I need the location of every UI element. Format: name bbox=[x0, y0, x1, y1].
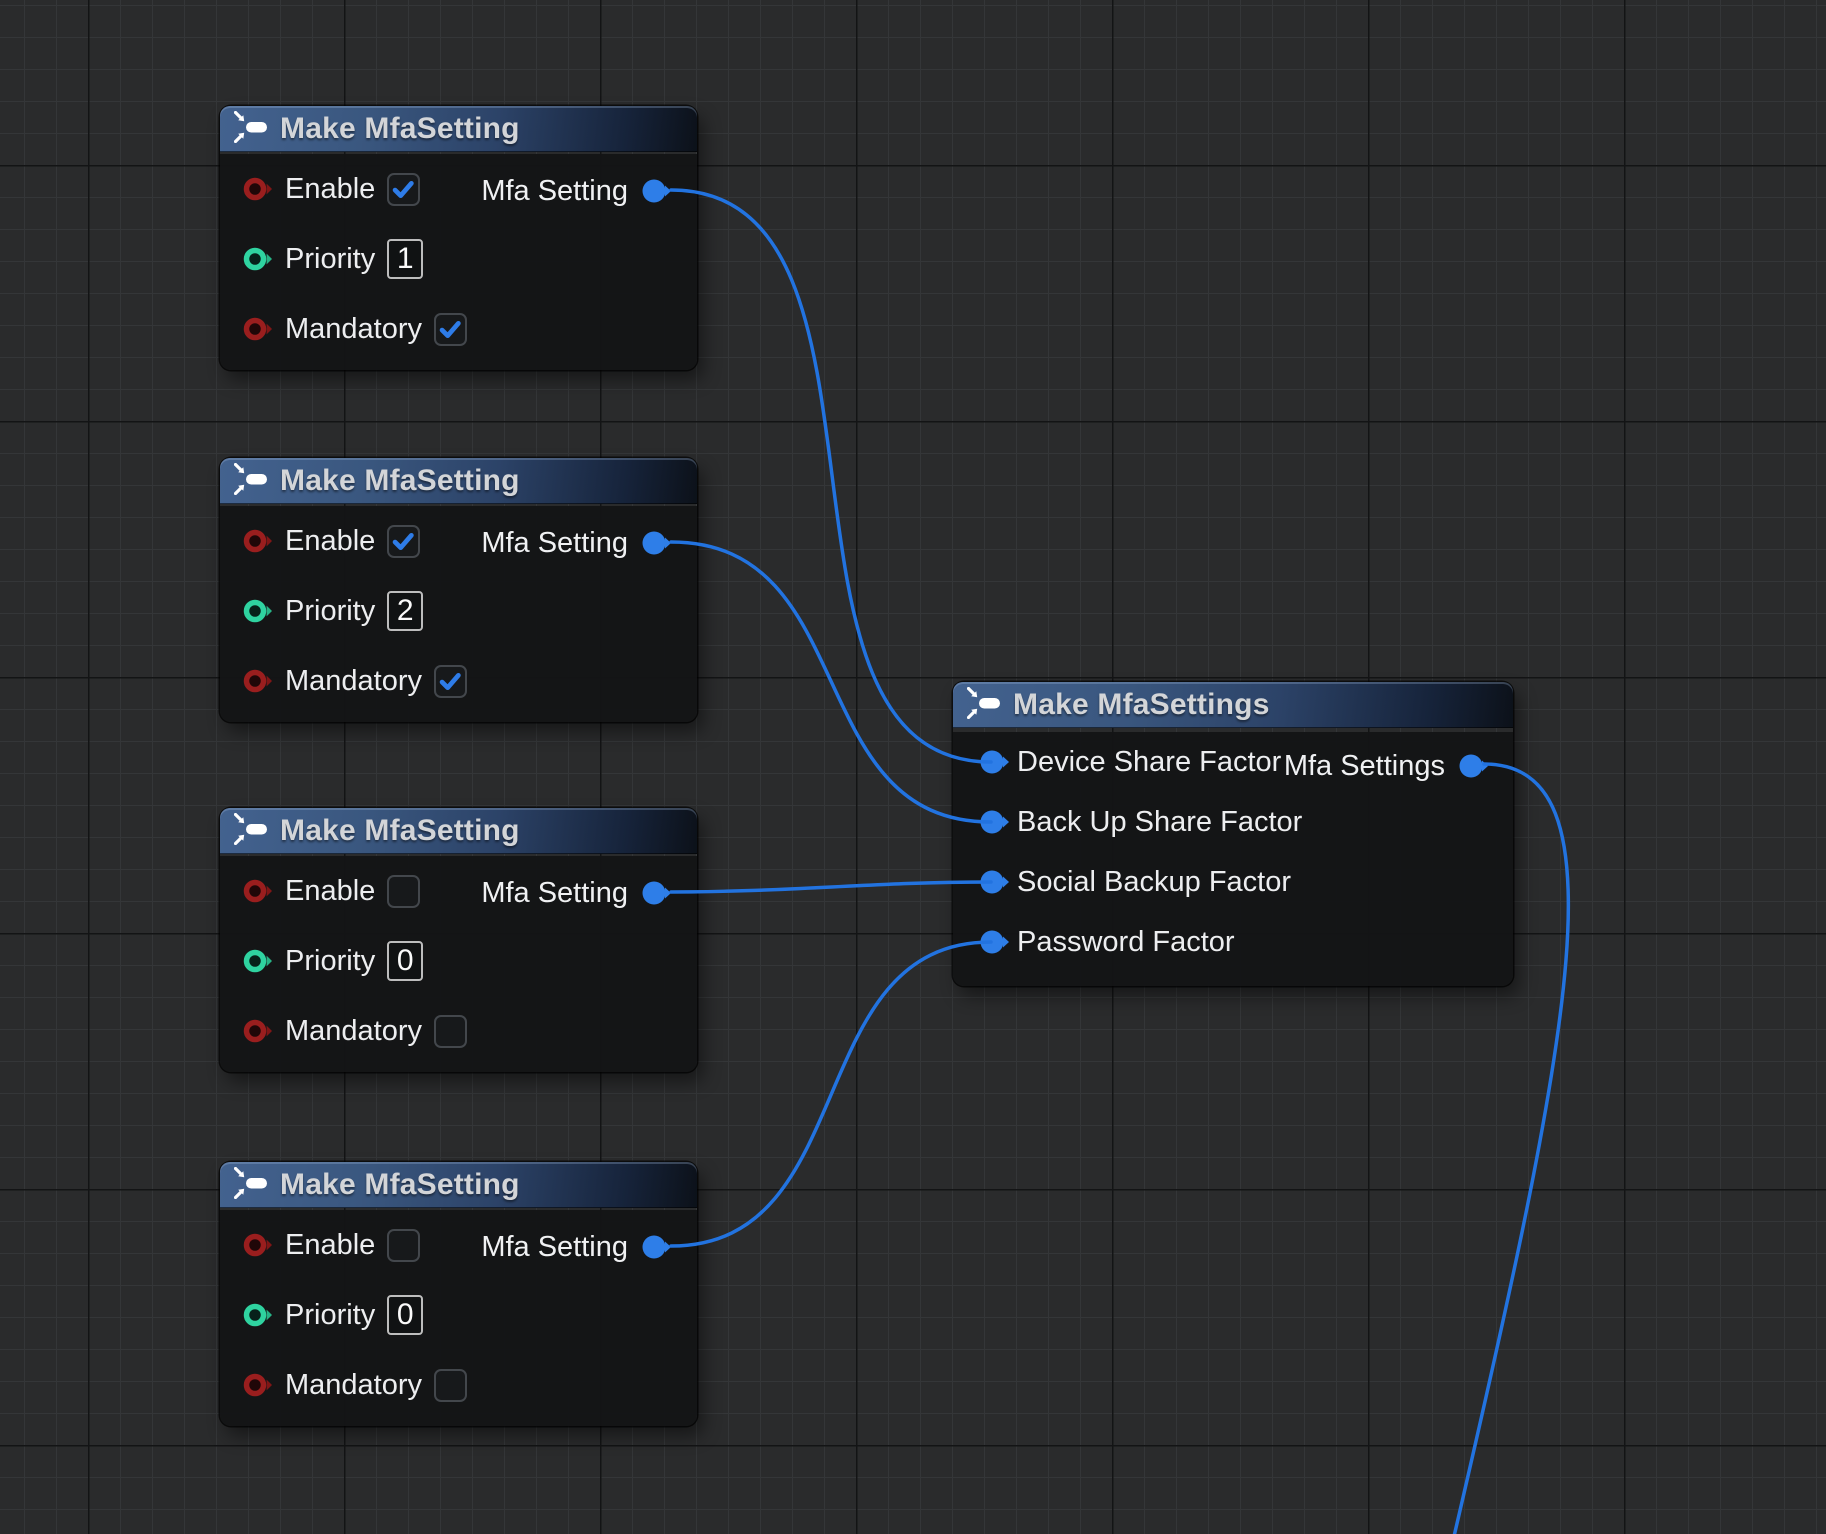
pin-row-priority: Priority 0 bbox=[220, 926, 697, 996]
pin-row-output: Mfa Setting bbox=[481, 858, 672, 928]
pin-row-output: Mfa Setting bbox=[481, 1212, 672, 1282]
node-title: Make MfaSetting bbox=[280, 1168, 520, 1202]
mfa-settings-output-pin[interactable] bbox=[1457, 751, 1489, 781]
bool-pin-enable[interactable] bbox=[242, 876, 272, 906]
bool-pin-mandatory[interactable] bbox=[242, 314, 272, 344]
make-struct-icon bbox=[234, 111, 268, 148]
bool-pin-mandatory[interactable] bbox=[242, 1016, 272, 1046]
pin-row-mandatory: Mandatory bbox=[220, 294, 697, 364]
node-make-mfasetting-2[interactable]: Make MfaSetting Enable Priority 2 bbox=[220, 458, 697, 722]
node-title-bar[interactable]: Make MfaSetting bbox=[220, 458, 697, 504]
pin-label: Priority bbox=[285, 945, 375, 978]
pin-label: Priority bbox=[285, 1299, 375, 1332]
priority-value-field[interactable]: 2 bbox=[387, 591, 423, 631]
node-make-mfasetting-1[interactable]: Make MfaSetting Enable Priority 1 bbox=[220, 106, 697, 370]
bool-pin-enable[interactable] bbox=[242, 1230, 272, 1260]
bool-pin-mandatory[interactable] bbox=[242, 1370, 272, 1400]
enable-checkbox[interactable] bbox=[387, 1229, 420, 1262]
wire-setting4-to-password-factor[interactable] bbox=[671, 942, 991, 1246]
pin-label: Device Share Factor bbox=[1017, 746, 1281, 779]
mfa-setting-output-pin[interactable] bbox=[640, 528, 672, 558]
mandatory-checkbox[interactable] bbox=[434, 665, 467, 698]
int-pin-priority[interactable] bbox=[242, 244, 272, 274]
mfa-setting-output-pin[interactable] bbox=[640, 176, 672, 206]
make-struct-icon bbox=[967, 687, 1001, 724]
pin-row-priority: Priority 0 bbox=[220, 1280, 697, 1350]
blueprint-graph-canvas[interactable]: Make MfaSetting Enable Priority 1 bbox=[0, 0, 1826, 1534]
pin-label: Back Up Share Factor bbox=[1017, 806, 1302, 839]
int-pin-priority[interactable] bbox=[242, 1300, 272, 1330]
pin-label: Mandatory bbox=[285, 1369, 422, 1402]
pin-row-priority: Priority 2 bbox=[220, 576, 697, 646]
pin-label: Mandatory bbox=[285, 1015, 422, 1048]
output-pin-label: Mfa Settings bbox=[1284, 750, 1445, 783]
int-pin-priority[interactable] bbox=[242, 946, 272, 976]
wire-setting3-to-social-backup-factor[interactable] bbox=[671, 882, 991, 892]
make-struct-icon bbox=[234, 813, 268, 850]
pin-row-mandatory: Mandatory bbox=[220, 646, 697, 716]
pin-label: Enable bbox=[285, 1229, 375, 1262]
output-pin-label: Mfa Setting bbox=[481, 877, 628, 910]
pin-row-output: Mfa Setting bbox=[481, 508, 672, 578]
pin-label: Enable bbox=[285, 875, 375, 908]
pin-row-backup-share-factor: Back Up Share Factor bbox=[953, 792, 1513, 852]
node-title-bar[interactable]: Make MfaSetting bbox=[220, 1162, 697, 1208]
pin-row-mandatory: Mandatory bbox=[220, 1350, 697, 1420]
int-pin-priority[interactable] bbox=[242, 596, 272, 626]
output-pin-label: Mfa Setting bbox=[481, 175, 628, 208]
pin-row-priority: Priority 1 bbox=[220, 224, 697, 294]
node-title: Make MfaSetting bbox=[280, 112, 520, 146]
pin-label: Password Factor bbox=[1017, 926, 1235, 959]
pin-label: Mandatory bbox=[285, 313, 422, 346]
pin-row-output: Mfa Setting bbox=[481, 156, 672, 226]
pin-label: Mandatory bbox=[285, 665, 422, 698]
enable-checkbox[interactable] bbox=[387, 173, 420, 206]
make-struct-icon bbox=[234, 463, 268, 500]
bool-pin-enable[interactable] bbox=[242, 174, 272, 204]
pin-label: Priority bbox=[285, 243, 375, 276]
mandatory-checkbox[interactable] bbox=[434, 1015, 467, 1048]
pin-label: Social Backup Factor bbox=[1017, 866, 1291, 899]
priority-value-field[interactable]: 0 bbox=[387, 941, 423, 981]
mfa-setting-output-pin[interactable] bbox=[640, 878, 672, 908]
enable-checkbox[interactable] bbox=[387, 875, 420, 908]
make-struct-icon bbox=[234, 1167, 268, 1204]
node-title-bar[interactable]: Make MfaSettings bbox=[953, 682, 1513, 728]
pin-row-social-backup-factor: Social Backup Factor bbox=[953, 852, 1513, 912]
priority-value-field[interactable]: 1 bbox=[387, 239, 423, 279]
bool-pin-mandatory[interactable] bbox=[242, 666, 272, 696]
pin-label: Enable bbox=[285, 525, 375, 558]
node-title: Make MfaSetting bbox=[280, 464, 520, 498]
mfa-setting-output-pin[interactable] bbox=[640, 1232, 672, 1262]
pin-row-output: Mfa Settings bbox=[1284, 736, 1489, 796]
enable-checkbox[interactable] bbox=[387, 525, 420, 558]
pin-row-password-factor: Password Factor bbox=[953, 912, 1513, 972]
wire-setting1-to-device-share-factor[interactable] bbox=[671, 190, 991, 762]
pin-row-mandatory: Mandatory bbox=[220, 996, 697, 1066]
mandatory-checkbox[interactable] bbox=[434, 1369, 467, 1402]
output-pin-label: Mfa Setting bbox=[481, 1231, 628, 1264]
node-title-bar[interactable]: Make MfaSetting bbox=[220, 808, 697, 854]
node-title-bar[interactable]: Make MfaSetting bbox=[220, 106, 697, 152]
node-title: Make MfaSetting bbox=[280, 814, 520, 848]
node-make-mfasetting-3[interactable]: Make MfaSetting Enable Priority 0 bbox=[220, 808, 697, 1072]
pin-label: Enable bbox=[285, 173, 375, 206]
wire-setting2-to-backup-share-factor[interactable] bbox=[671, 542, 991, 822]
node-title: Make MfaSettings bbox=[1013, 688, 1270, 722]
node-make-mfasetting-4[interactable]: Make MfaSetting Enable Priority 0 bbox=[220, 1162, 697, 1426]
pin-label: Priority bbox=[285, 595, 375, 628]
mandatory-checkbox[interactable] bbox=[434, 313, 467, 346]
priority-value-field[interactable]: 0 bbox=[387, 1295, 423, 1335]
output-pin-label: Mfa Setting bbox=[481, 527, 628, 560]
bool-pin-enable[interactable] bbox=[242, 526, 272, 556]
node-make-mfasettings[interactable]: Make MfaSettings Device Share Factor Bac… bbox=[953, 682, 1513, 986]
